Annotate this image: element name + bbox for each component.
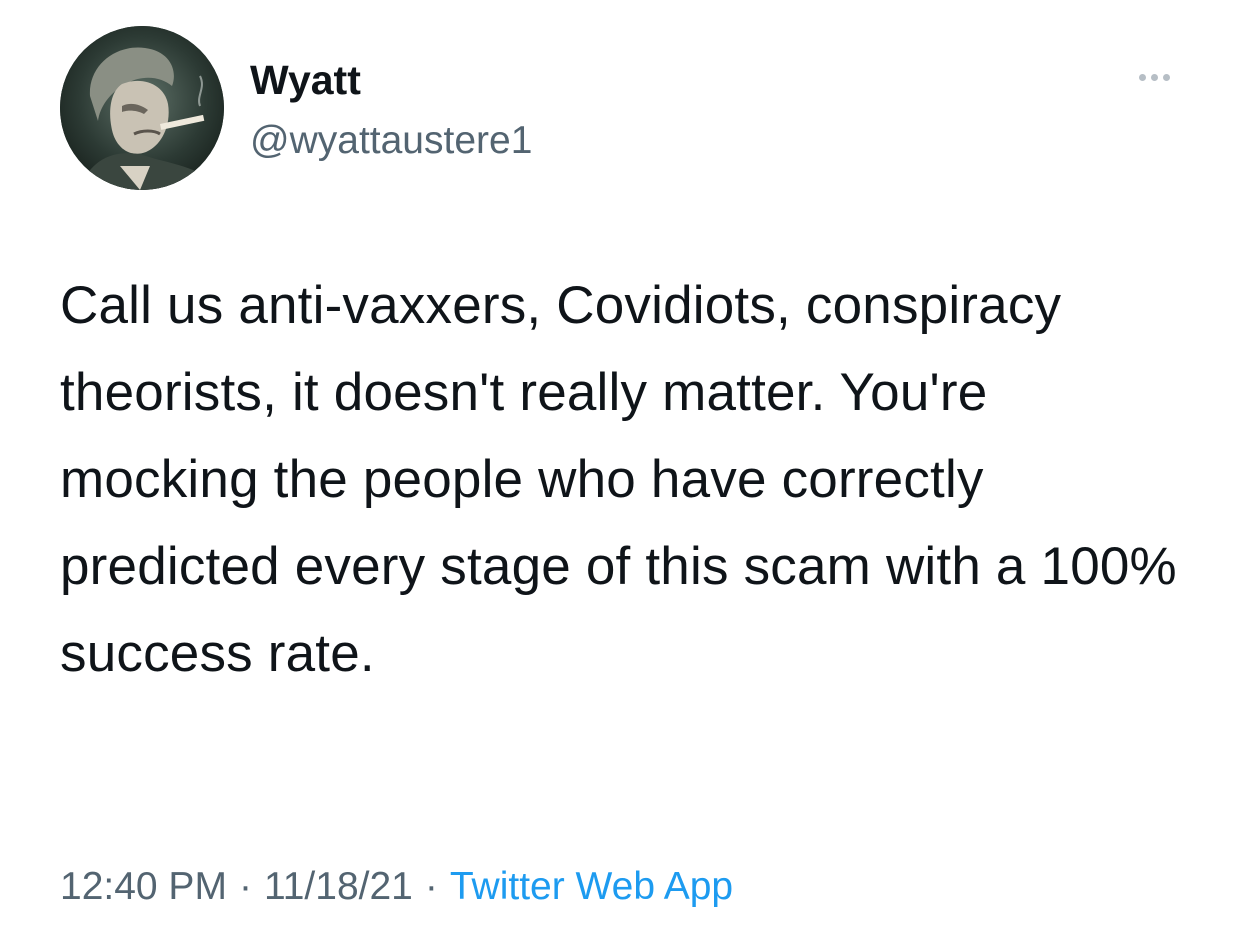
separator: ·	[238, 865, 252, 908]
more-options-button[interactable]	[1126, 62, 1182, 92]
author-avatar[interactable]	[60, 26, 224, 190]
tweet-source-link[interactable]: Twitter Web App	[450, 865, 733, 908]
tweet-card: Wyatt @wyattaustere1 Call us anti-vaxxer…	[0, 0, 1242, 951]
ellipsis-icon	[1138, 73, 1146, 81]
tweet-metadata: 12:40 PM · 11/18/21 · Twitter Web App	[60, 862, 733, 912]
ellipsis-icon	[1150, 73, 1158, 81]
author-display-name[interactable]: Wyatt	[250, 56, 361, 104]
tweet-date[interactable]: 11/18/21	[264, 865, 413, 908]
tweet-text: Call us anti-vaxxers, Covidiots, conspir…	[60, 276, 1177, 683]
avatar-photo-icon	[60, 26, 224, 190]
author-handle[interactable]: @wyattaustere1	[250, 118, 532, 164]
separator: ·	[424, 865, 438, 908]
tweet-time[interactable]: 12:40 PM	[60, 865, 227, 908]
ellipsis-icon	[1162, 73, 1170, 81]
